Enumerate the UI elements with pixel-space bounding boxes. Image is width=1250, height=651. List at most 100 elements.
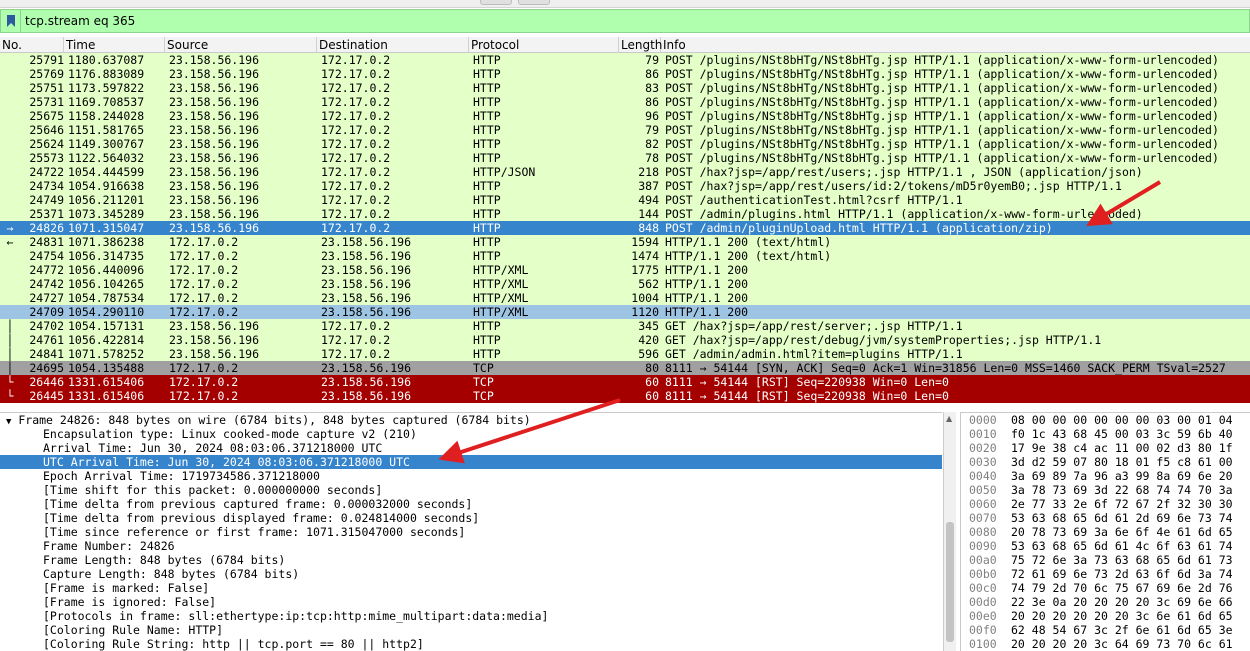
column-header-time[interactable]: Time xyxy=(64,37,165,53)
packet-time: 1122.564032 xyxy=(68,151,145,165)
bookmark-icon[interactable] xyxy=(1,10,21,32)
hex-row[interactable]: 0000 08 00 00 00 00 00 00 03 00 01 04 xyxy=(961,413,1250,427)
packet-no: 24754 xyxy=(29,249,64,263)
detail-field[interactable]: Epoch Arrival Time: 1719734586.371218000 xyxy=(0,469,942,483)
detail-field[interactable]: Encapsulation type: Linux cooked-mode ca… xyxy=(0,427,942,441)
packet-no: 24727 xyxy=(29,291,64,305)
detail-field[interactable]: [Time delta from previous captured frame… xyxy=(0,497,942,511)
packet-row[interactable]: │ 24702 1054.157131 23.158.56.196 172.17.0.2… xyxy=(0,319,1250,333)
packet-row[interactable]: 24727 1054.787534 172.17.0.2 23.158.56.196 H… xyxy=(0,291,1250,305)
hex-row[interactable]: 0050 3a 78 73 69 3d 22 68 74 74 70 3a xyxy=(961,483,1250,497)
detail-field[interactable]: [Coloring Rule String: http || tcp.port … xyxy=(0,637,942,651)
detail-field[interactable]: UTC Arrival Time: Jun 30, 2024 08:03:06.… xyxy=(0,455,942,469)
detail-field[interactable]: [Time since reference or first frame: 10… xyxy=(0,525,942,539)
hex-row[interactable]: 00d0 22 3e 0a 20 20 20 20 3c 69 6e 66 xyxy=(961,595,1250,609)
detail-field[interactable]: Arrival Time: Jun 30, 2024 08:03:06.3712… xyxy=(0,441,942,455)
packet-row[interactable]: 24754 1056.314735 172.17.0.2 23.158.56.196 H… xyxy=(0,249,1250,263)
packet-row[interactable]: 24742 1056.104265 172.17.0.2 23.158.56.196 H… xyxy=(0,277,1250,291)
details-scrollbar[interactable]: ▲ xyxy=(943,412,956,651)
hex-row[interactable]: 0030 3d d2 59 07 80 18 01 f5 c8 61 00 xyxy=(961,455,1250,469)
hex-bytes: 20 78 73 69 3a 6e 6f 4e 61 6d 65 xyxy=(1011,525,1233,539)
hex-row[interactable]: 00e0 20 20 20 20 20 20 3c 6e 61 6d 65 xyxy=(961,609,1250,623)
packet-row[interactable]: 25791 1180.637087 23.158.56.196 172.17.0.2 H… xyxy=(0,53,1250,67)
packet-row[interactable]: 24749 1056.211201 23.158.56.196 172.17.0.2 H… xyxy=(0,193,1250,207)
detail-field[interactable]: [Protocols in frame: sll:ethertype:ip:tc… xyxy=(0,609,942,623)
detail-field[interactable]: [Time shift for this packet: 0.000000000… xyxy=(0,483,942,497)
hex-row[interactable]: 0080 20 78 73 69 3a 6e 6f 4e 61 6d 65 xyxy=(961,525,1250,539)
toolbar-button[interactable] xyxy=(518,0,550,5)
column-header-info[interactable]: Info xyxy=(661,37,1250,53)
packet-row[interactable]: 25371 1073.345289 23.158.56.196 172.17.0.2 H… xyxy=(0,207,1250,221)
packet-source: 23.158.56.196 xyxy=(169,67,260,81)
hex-bytes: 3a 69 89 7a 96 a3 99 8a 69 6e 20 xyxy=(1011,469,1233,483)
scrollbar-thumb[interactable] xyxy=(946,522,954,642)
detail-field[interactable]: [Frame is ignored: False] xyxy=(0,595,942,609)
detail-field[interactable]: Frame Number: 24826 xyxy=(0,539,942,553)
packet-row[interactable]: 25573 1122.564032 23.158.56.196 172.17.0.2 H… xyxy=(0,151,1250,165)
detail-field[interactable]: Capture Length: 848 bytes (6784 bits) xyxy=(0,567,942,581)
packet-protocol: HTTP xyxy=(473,193,501,207)
packet-row[interactable]: 24734 1054.916638 23.158.56.196 172.17.0.2 H… xyxy=(0,179,1250,193)
detail-field[interactable]: [Time delta from previous displayed fram… xyxy=(0,511,942,525)
filter-input[interactable]: tcp.stream eq 365 xyxy=(21,14,135,28)
detail-field[interactable]: [Frame is marked: False] xyxy=(0,581,942,595)
packet-details-pane[interactable]: ▼ Frame 24826: 848 bytes on wire (6784 b… xyxy=(0,412,942,651)
packet-no: 25791 xyxy=(29,53,64,67)
display-filter-bar[interactable]: tcp.stream eq 365 xyxy=(0,9,1250,33)
conversation-gutter-icon: │ xyxy=(6,347,14,361)
packet-row[interactable]: 25624 1149.300767 23.158.56.196 172.17.0.2 H… xyxy=(0,137,1250,151)
column-header-destination[interactable]: Destination xyxy=(317,37,469,53)
packet-row[interactable]: │ 24841 1071.578252 23.158.56.196 172.17.0.2… xyxy=(0,347,1250,361)
packet-row[interactable]: 25769 1176.883089 23.158.56.196 172.17.0.2 H… xyxy=(0,67,1250,81)
hex-row[interactable]: 0010 f0 1c 43 68 45 00 03 3c 59 6b 40 xyxy=(961,427,1250,441)
collapse-triangle-icon[interactable]: ▼ xyxy=(6,417,11,427)
hex-bytes: 17 9e 38 c4 ac 11 00 02 d3 80 1f xyxy=(1011,441,1233,455)
hex-row[interactable]: 00f0 62 48 54 67 3c 2f 6e 61 6d 65 3e xyxy=(961,623,1250,637)
column-header-source[interactable]: Source xyxy=(165,37,317,53)
packet-list-header: No. Time Source Destination Protocol Len… xyxy=(0,37,1250,53)
packet-row[interactable]: │ 24761 1056.422814 23.158.56.196 172.17.0.2… xyxy=(0,333,1250,347)
packet-row[interactable]: 25646 1151.581765 23.158.56.196 172.17.0.2 H… xyxy=(0,123,1250,137)
frame-tree-item[interactable]: ▼ Frame 24826: 848 bytes on wire (6784 b… xyxy=(0,413,942,427)
packet-source: 172.17.0.2 xyxy=(169,263,239,277)
column-header-length[interactable]: Length xyxy=(619,37,662,53)
column-header-protocol[interactable]: Protocol xyxy=(469,37,619,53)
packet-source: 23.158.56.196 xyxy=(169,319,260,333)
packet-row[interactable]: → 24826 1071.315047 23.158.56.196 172.17.0.2… xyxy=(0,221,1250,235)
hex-row[interactable]: 0020 17 9e 38 c4 ac 11 00 02 d3 80 1f xyxy=(961,441,1250,455)
packet-row[interactable]: 24722 1054.444599 23.158.56.196 172.17.0.2 H… xyxy=(0,165,1250,179)
hex-row[interactable]: 00b0 72 61 69 6e 73 2d 63 6f 6d 3a 74 xyxy=(961,567,1250,581)
packet-row[interactable]: 25731 1169.708537 23.158.56.196 172.17.0.2 H… xyxy=(0,95,1250,109)
packet-row[interactable]: └ 26446 1331.615406 172.17.0.2 23.158.56.196… xyxy=(0,375,1250,389)
packet-list[interactable]: No. Time Source Destination Protocol Len… xyxy=(0,37,1250,410)
packet-protocol: HTTP xyxy=(473,333,501,347)
packet-row[interactable]: 24772 1056.440096 172.17.0.2 23.158.56.196 H… xyxy=(0,263,1250,277)
hex-row[interactable]: 0060 2e 77 33 2e 6f 72 67 2f 32 30 30 xyxy=(961,497,1250,511)
packet-destination: 172.17.0.2 xyxy=(321,151,391,165)
packet-row[interactable]: 25675 1158.244028 23.158.56.196 172.17.0.2 H… xyxy=(0,109,1250,123)
packet-source: 172.17.0.2 xyxy=(169,277,239,291)
packet-no: 24702 xyxy=(29,319,64,333)
packet-row[interactable]: ← 24831 1071.386238 172.17.0.2 23.158.56.196… xyxy=(0,235,1250,249)
scroll-up-icon[interactable]: ▲ xyxy=(946,414,952,423)
packet-row[interactable]: └ 26445 1331.615406 172.17.0.2 23.158.56.196… xyxy=(0,389,1250,403)
packet-no: 25731 xyxy=(29,95,64,109)
packet-no: 24709 xyxy=(29,305,64,319)
hex-row[interactable]: 0040 3a 69 89 7a 96 a3 99 8a 69 6e 20 xyxy=(961,469,1250,483)
packet-bytes-pane[interactable]: 0000 08 00 00 00 00 00 00 03 00 01 04 0010… xyxy=(960,412,1250,651)
packet-row[interactable]: 25751 1173.597822 23.158.56.196 172.17.0.2 H… xyxy=(0,81,1250,95)
detail-field[interactable]: Frame Length: 848 bytes (6784 bits) xyxy=(0,553,942,567)
toolbar-button[interactable] xyxy=(480,0,512,5)
hex-row[interactable]: 0090 53 63 68 65 6d 61 4c 6f 63 61 74 xyxy=(961,539,1250,553)
hex-row[interactable]: 00a0 75 72 6e 3a 73 63 68 65 6d 61 73 xyxy=(961,553,1250,567)
detail-field[interactable]: [Coloring Rule Name: HTTP] xyxy=(0,623,942,637)
packet-row[interactable]: 24709 1054.290110 172.17.0.2 23.158.56.196 H… xyxy=(0,305,1250,319)
hex-offset: 00b0 xyxy=(969,567,997,581)
hex-row[interactable]: 00c0 74 79 2d 70 6c 75 67 69 6e 2d 76 xyxy=(961,581,1250,595)
hex-row[interactable]: 0100 20 20 20 20 3c 64 69 73 70 6c 61 xyxy=(961,637,1250,651)
packet-row[interactable]: │ 24695 1054.135488 172.17.0.2 23.158.56.196… xyxy=(0,361,1250,375)
hex-row[interactable]: 0070 53 63 68 65 6d 61 2d 69 6e 73 74 xyxy=(961,511,1250,525)
hex-bytes: 3d d2 59 07 80 18 01 f5 c8 61 00 xyxy=(1011,455,1233,469)
column-header-no[interactable]: No. xyxy=(0,37,64,53)
packet-info: 8111 → 54144 [RST] Seq=220938 Win=0 Len=… xyxy=(665,375,949,389)
